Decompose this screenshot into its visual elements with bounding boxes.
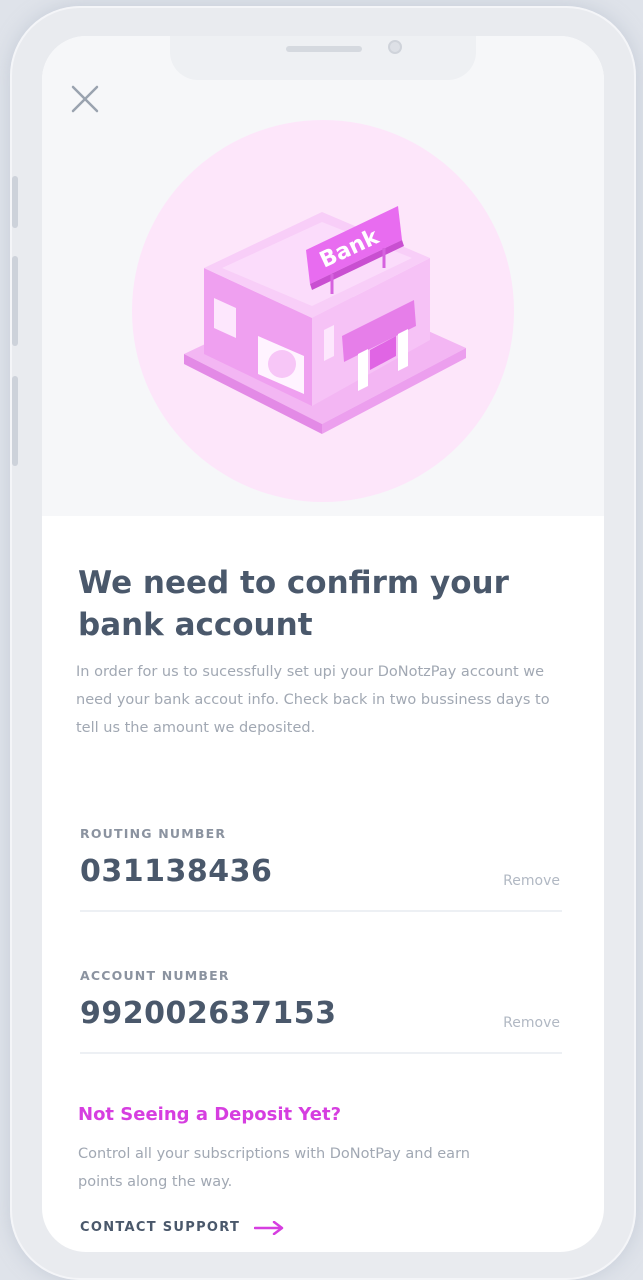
routing-number-label: ROUTING NUMBER bbox=[80, 826, 227, 841]
deposit-help-heading: Not Seeing a Deposit Yet? bbox=[78, 1104, 342, 1125]
routing-divider bbox=[80, 910, 562, 912]
deposit-help-text: Control all your subscriptions with DoNo… bbox=[78, 1146, 470, 1190]
phone-volume-up bbox=[12, 256, 18, 346]
remove-routing-button[interactable]: Remove bbox=[503, 873, 560, 889]
page-description: In order for us to sucessfully set upi y… bbox=[76, 664, 550, 736]
routing-number-value: 031138436 bbox=[80, 854, 273, 889]
contact-support-label: CONTACT SUPPORT bbox=[80, 1220, 241, 1235]
bank-building-icon: Bank bbox=[184, 206, 466, 434]
phone-volume-down bbox=[12, 376, 18, 466]
contact-support-link[interactable]: CONTACT SUPPORT bbox=[80, 1220, 284, 1235]
arrow-right-icon bbox=[254, 1220, 284, 1235]
hero-section: Bank bbox=[42, 36, 604, 516]
account-divider bbox=[80, 1052, 562, 1054]
account-number-label: ACCOUNT NUMBER bbox=[80, 968, 230, 983]
page-title: We need to confirm your bank account bbox=[78, 565, 509, 643]
account-number-value: 992002637153 bbox=[80, 996, 337, 1031]
screen: Bank We need to confirm your bank accoun… bbox=[42, 36, 604, 1252]
remove-account-button[interactable]: Remove bbox=[503, 1015, 560, 1031]
phone-side-button bbox=[12, 176, 18, 228]
